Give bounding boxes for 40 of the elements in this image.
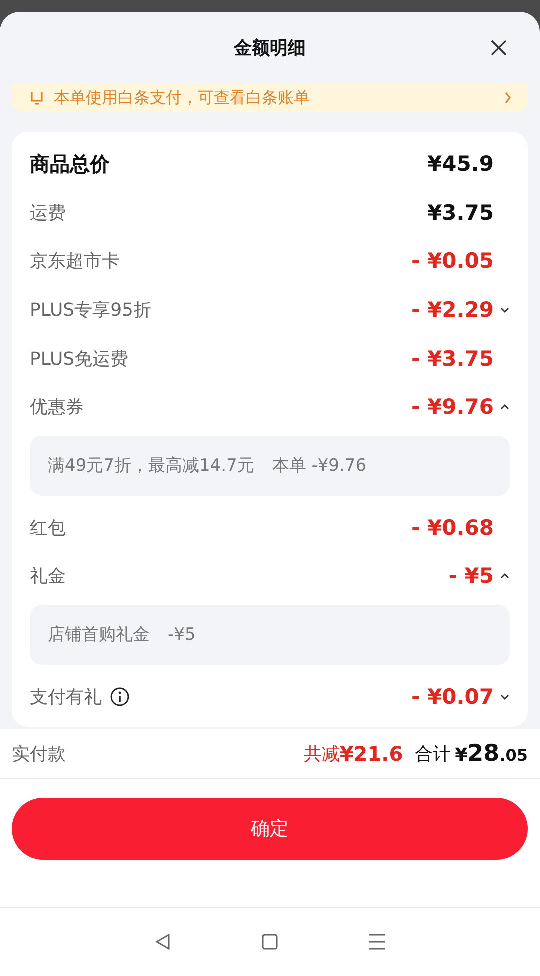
caret-icon[interactable]: [500, 306, 510, 314]
row-label: 礼金: [30, 565, 66, 588]
caret-icon[interactable]: [500, 403, 510, 412]
row-amount: ¥3.75: [428, 200, 494, 225]
row-amount: - ¥5: [448, 564, 494, 588]
confirm-button[interactable]: 确定: [12, 798, 528, 860]
row-label: 优惠券: [30, 396, 84, 420]
row-label: 红包: [30, 516, 66, 540]
summary-label: 实付款: [12, 742, 66, 766]
notice-banner[interactable]: 本单使用白条支付，可查看白条账单: [12, 84, 528, 112]
row-amount: - ¥0.05: [412, 249, 494, 274]
row-label: PLUS专享95折: [30, 299, 152, 322]
row-amount: ¥45.9: [428, 152, 494, 176]
row-label: 支付有礼: [30, 686, 102, 710]
detail-text: 店铺首购礼金: [48, 624, 150, 646]
row-amount: - ¥9.76: [412, 395, 494, 420]
row-amount: - ¥0.68: [412, 516, 494, 540]
detail-text: -¥5: [168, 624, 196, 645]
total-label: 合计: [415, 742, 452, 766]
row-label: PLUS免运费: [30, 348, 129, 371]
row-label: 运费: [30, 202, 66, 225]
caret-icon[interactable]: [500, 693, 510, 702]
notice-text: 本单使用白条支付，可查看白条账单: [54, 88, 310, 108]
detail-text: 本单 -¥9.76: [272, 455, 367, 478]
close-icon[interactable]: [490, 39, 508, 57]
row-amount: - ¥3.75: [412, 346, 494, 371]
chevron-right-icon: [504, 92, 512, 104]
home-icon[interactable]: [260, 932, 280, 952]
row-label: 京东超市卡: [30, 250, 120, 274]
detail-text: 满49元7折，最高减14.7元: [48, 455, 254, 478]
saved-amount: ¥21.6: [340, 742, 404, 766]
sheet-title: 金额明细: [234, 37, 306, 60]
caret-icon[interactable]: [500, 572, 510, 580]
row-amount: - ¥0.07: [412, 685, 494, 710]
row-amount: - ¥2.29: [412, 298, 494, 322]
saved-label: 共减: [304, 742, 340, 766]
total-amount: ¥28.05: [455, 740, 528, 767]
menu-icon[interactable]: [366, 932, 387, 952]
row-label: 商品总价: [30, 150, 110, 178]
info-icon[interactable]: [110, 687, 130, 708]
